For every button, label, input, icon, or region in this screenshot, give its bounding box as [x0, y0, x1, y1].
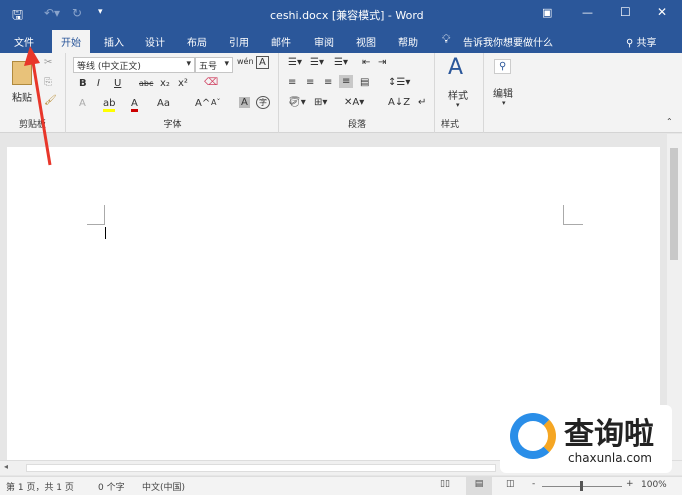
arrow-head — [24, 46, 40, 66]
annotation-arrow — [24, 46, 52, 166]
arrow-shaft — [31, 61, 52, 166]
